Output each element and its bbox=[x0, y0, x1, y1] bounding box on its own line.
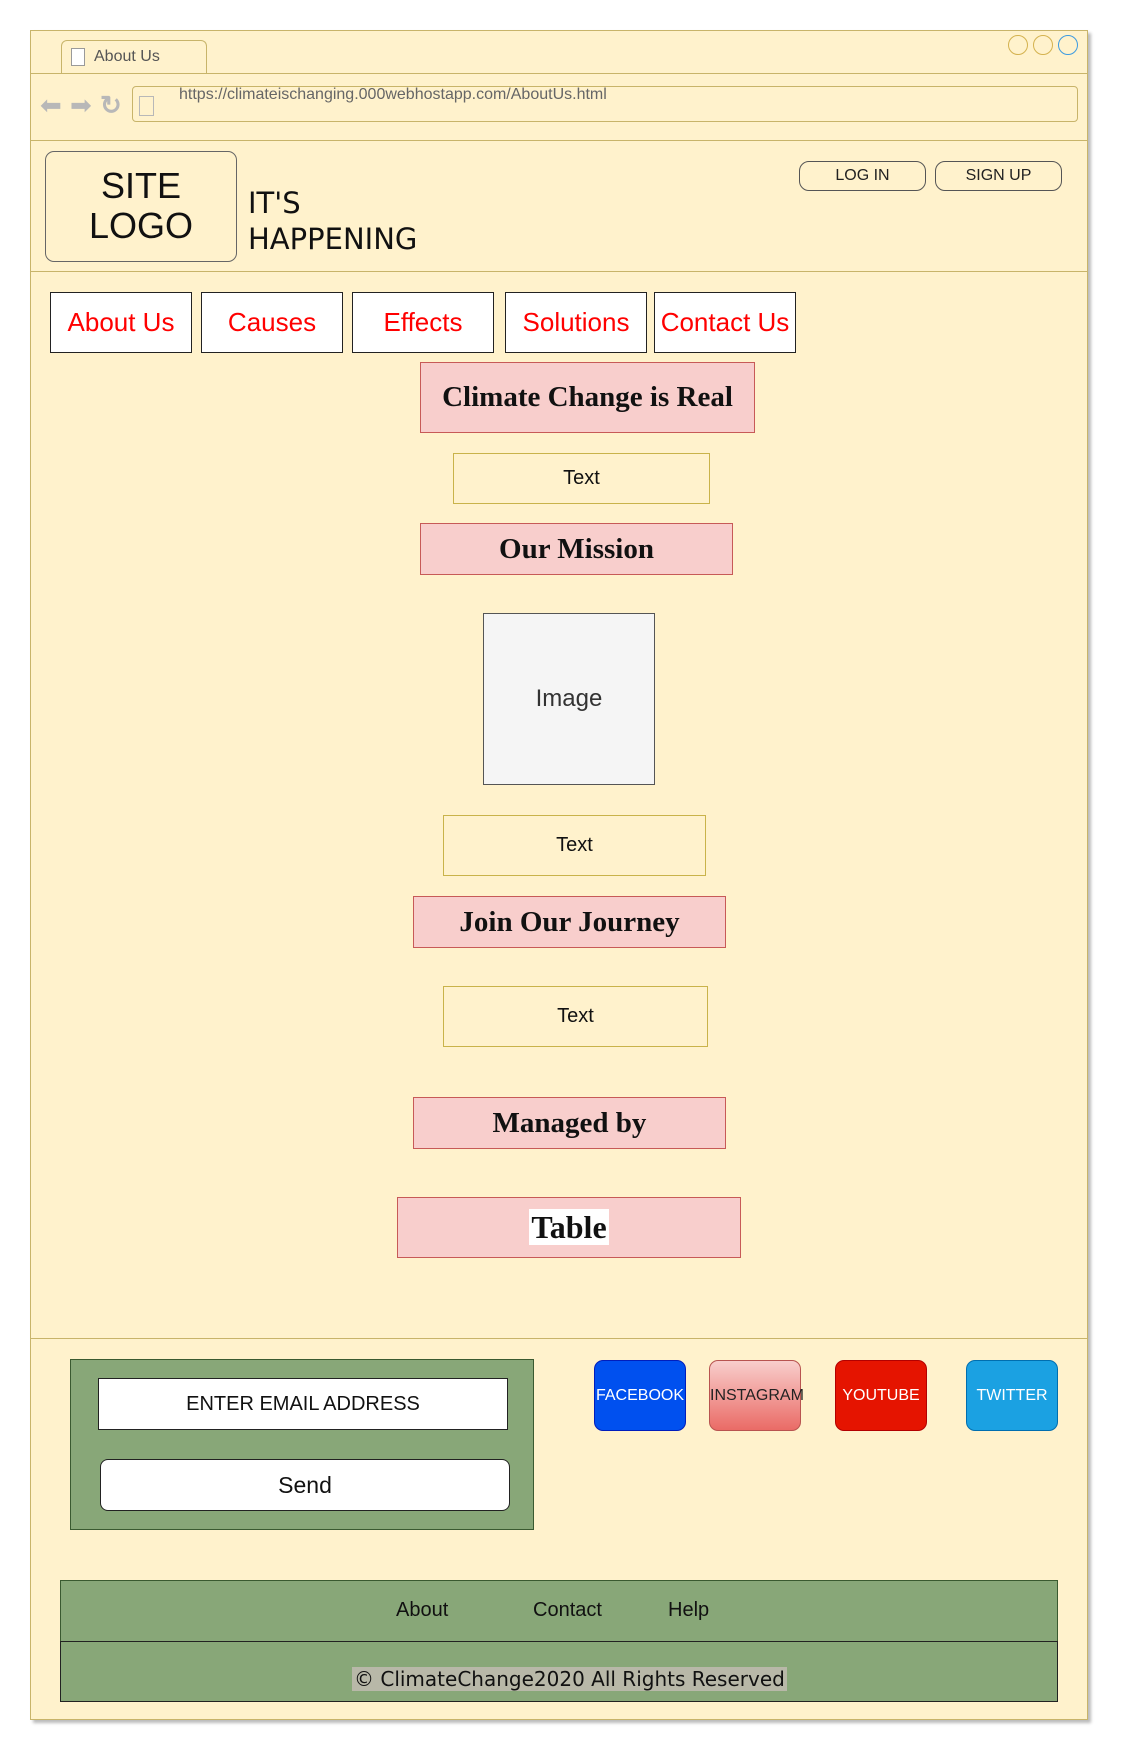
nav-item-effects[interactable]: Effects bbox=[352, 292, 494, 353]
page-icon bbox=[71, 48, 85, 66]
text-block-3: Text bbox=[443, 986, 708, 1047]
logo-line2: LOGO bbox=[88, 205, 194, 246]
heading-our-mission: Our Mission bbox=[420, 523, 733, 575]
copyright-text: © ClimateChange2020 All Rights Reserved bbox=[352, 1667, 787, 1691]
nav-item-about-us[interactable]: About Us bbox=[50, 292, 192, 353]
browser-tab[interactable]: About Us bbox=[61, 40, 207, 74]
logo-line1: SITE bbox=[100, 165, 181, 206]
instagram-button[interactable]: INSTAGRAM bbox=[709, 1360, 804, 1431]
url-text: https://climateischanging.000webhostapp.… bbox=[179, 86, 607, 103]
tagline-line1: IT'S bbox=[248, 186, 301, 220]
content-divider bbox=[30, 1338, 1088, 1339]
page-icon bbox=[139, 96, 154, 116]
reload-icon[interactable]: ↻ bbox=[100, 92, 122, 118]
nav-item-solutions[interactable]: Solutions bbox=[505, 292, 647, 353]
signup-button[interactable]: SIGN UP bbox=[935, 161, 1062, 191]
back-arrow-icon[interactable]: ⬅ bbox=[40, 92, 62, 118]
text-block-2: Text bbox=[443, 815, 706, 876]
table-placeholder: Table bbox=[397, 1197, 741, 1258]
table-label: Table bbox=[529, 1209, 609, 1245]
login-button[interactable]: LOG IN bbox=[799, 161, 926, 191]
footer-link-about[interactable]: About bbox=[396, 1599, 448, 1622]
twitter-button[interactable]: TWITTER bbox=[966, 1360, 1058, 1431]
send-button[interactable]: Send bbox=[100, 1459, 510, 1511]
maximize-icon[interactable] bbox=[1033, 35, 1053, 55]
nav-item-contact-us[interactable]: Contact Us bbox=[654, 292, 796, 353]
youtube-button[interactable]: YOUTUBE bbox=[835, 1360, 927, 1431]
close-icon[interactable] bbox=[1058, 35, 1078, 55]
footer-link-contact[interactable]: Contact bbox=[533, 1599, 602, 1622]
tagline-line2: HAPPENING bbox=[248, 222, 418, 256]
nav-item-causes[interactable]: Causes bbox=[201, 292, 343, 353]
address-bar[interactable]: https://climateischanging.000webhostapp.… bbox=[132, 86, 1078, 122]
tab-divider bbox=[30, 73, 1088, 74]
email-input[interactable]: ENTER EMAIL ADDRESS bbox=[98, 1378, 508, 1430]
tab-title: About Us bbox=[94, 48, 160, 65]
forward-arrow-icon[interactable]: ➡ bbox=[70, 92, 92, 118]
heading-climate-change: Climate Change is Real bbox=[420, 362, 755, 433]
heading-managed-by: Managed by bbox=[413, 1097, 726, 1149]
header-divider bbox=[30, 271, 1088, 272]
heading-join-our-journey: Join Our Journey bbox=[413, 896, 726, 948]
image-placeholder: Image bbox=[483, 613, 655, 785]
site-logo[interactable]: SITE LOGO bbox=[45, 151, 237, 262]
facebook-button[interactable]: FACEBOOK bbox=[594, 1360, 686, 1431]
tagline: IT'S HAPPENING bbox=[248, 185, 417, 257]
toolbar-divider bbox=[30, 140, 1088, 141]
footer-link-help[interactable]: Help bbox=[668, 1599, 709, 1622]
text-block-1: Text bbox=[453, 453, 710, 504]
minimize-icon[interactable] bbox=[1008, 35, 1028, 55]
